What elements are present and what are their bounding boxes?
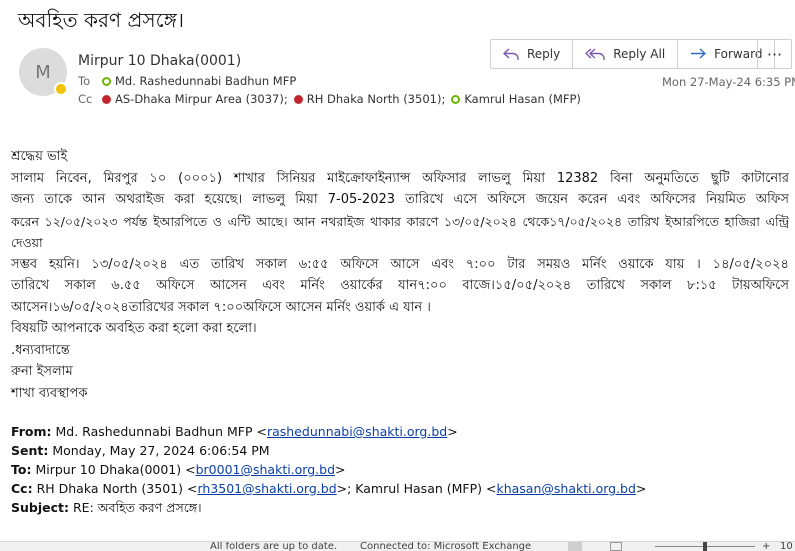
presence-busy-icon	[293, 94, 303, 104]
cc-label: Cc	[78, 92, 93, 106]
more-actions-button[interactable]: ···	[757, 39, 792, 69]
cc-recipient-3[interactable]: Kamrul Hasan (MFP)	[464, 92, 581, 106]
to-label: To	[78, 74, 91, 88]
signature-name: রুনা ইসলাম	[11, 364, 73, 379]
fwd-sent-row: Sent: Monday, May 27, 2024 6:06:54 PM	[11, 443, 270, 458]
body-inform: বিষয়টি আপনাকে অবহিত করা হলো করা হলো।	[11, 321, 257, 336]
to-row: To Md. Rashedunnabi Badhun MFP	[78, 74, 296, 88]
fwd-subject-row: Subject: RE: অবহিত করণ প্রসঙ্গে।	[11, 500, 202, 515]
fwd-from-row: From: Md. Rashedunnabi Badhun MFP <rashe…	[11, 424, 458, 439]
body-line: জন্য তাকে আন অথরাইজ করা হয়েছে। লাভলু মি…	[11, 192, 789, 207]
forward-icon	[691, 48, 707, 59]
reply-all-button[interactable]: Reply All	[573, 40, 679, 68]
body-line: আসেন।১৬/০৫/২০২৪তারিখের সকাল ৭:০০অফিসে আস…	[11, 299, 431, 315]
status-bar: All folders are up to date. Connected to…	[0, 541, 795, 551]
zoom-slider-thumb[interactable]	[703, 542, 707, 551]
body-line: করেন ১২/০৫/২০২৩ পর্যন্ত ইআরপিতে ও এন্টি …	[11, 213, 789, 251]
body-greeting: শ্রদ্ধেয় ভাই	[11, 149, 68, 164]
presence-available-icon	[451, 94, 461, 104]
cc-recipient-2[interactable]: RH Dhaka North (3501);	[307, 92, 446, 106]
body-line: সালাম নিবেন, মিরপুর ১০ (০০০১) শাখার সিনি…	[11, 170, 789, 186]
body-line: সম্ভব হয়নি। ১৩/০৫/২০২৪ এত তারিখ সকাল ৬:…	[11, 256, 789, 272]
status-connection: Connected to: Microsoft Exchange	[360, 541, 532, 551]
body-line: তারিখে সকাল ৬.৫৫ অফিসে আসেন এবং মর্নিং ও…	[11, 278, 789, 293]
fwd-to-row: To: Mirpur 10 Dhaka(0001) <br0001@shakti…	[11, 462, 346, 477]
message-body: শ্রদ্ধেয় ভাই সালাম নিবেন, মিরপুর ১০ (০০…	[11, 146, 789, 404]
fwd-to-email-link[interactable]: br0001@shakti.org.bd	[196, 462, 335, 477]
reply-button[interactable]: Reply	[491, 40, 574, 68]
normal-view-icon[interactable]	[568, 542, 582, 551]
zoom-level: 10	[780, 541, 793, 551]
presence-busy-icon	[102, 94, 111, 104]
presence-away-icon	[54, 82, 68, 96]
message-actions: Reply Reply All Forward	[490, 39, 776, 69]
body-thanks: .ধন্যবাদান্তে	[11, 342, 70, 358]
avatar-initial: M	[35, 61, 51, 83]
fwd-from-email-link[interactable]: rashedunnabi@shakti.org.bd	[267, 424, 447, 439]
forwarded-header: From: Md. Rashedunnabi Badhun MFP <rashe…	[11, 422, 646, 517]
message-subject: অবহিত করণ প্রসঙ্গে।	[18, 8, 185, 32]
status-folders: All folders are up to date.	[210, 541, 338, 551]
reply-all-icon	[585, 48, 605, 60]
fwd-cc-email-link-2[interactable]: khasan@shakti.org.bd	[496, 481, 635, 496]
cc-recipient-1[interactable]: AS-Dhaka Mirpur Area (3037);	[115, 92, 288, 106]
cc-row: Cc AS-Dhaka Mirpur Area (3037); RH Dhaka…	[78, 92, 581, 106]
to-recipient[interactable]: Md. Rashedunnabi Badhun MFP	[115, 74, 296, 88]
reply-icon	[503, 48, 519, 60]
zoom-in-icon[interactable]: +	[762, 542, 770, 551]
sender-name[interactable]: Mirpur 10 Dhaka(0001)	[78, 53, 241, 69]
more-icon: ···	[766, 44, 783, 64]
message-datetime: Mon 27-May-24 6:35 PM	[662, 75, 795, 89]
presence-available-icon	[102, 76, 111, 86]
fwd-cc-row: Cc: RH Dhaka North (3501) <rh3501@shakti…	[11, 481, 647, 496]
reading-view-icon[interactable]	[610, 542, 622, 551]
signature-title: শাখা ব্যবস্থাপক	[11, 385, 88, 401]
fwd-cc-email-link-1[interactable]: rh3501@shakti.org.bd	[197, 481, 336, 496]
